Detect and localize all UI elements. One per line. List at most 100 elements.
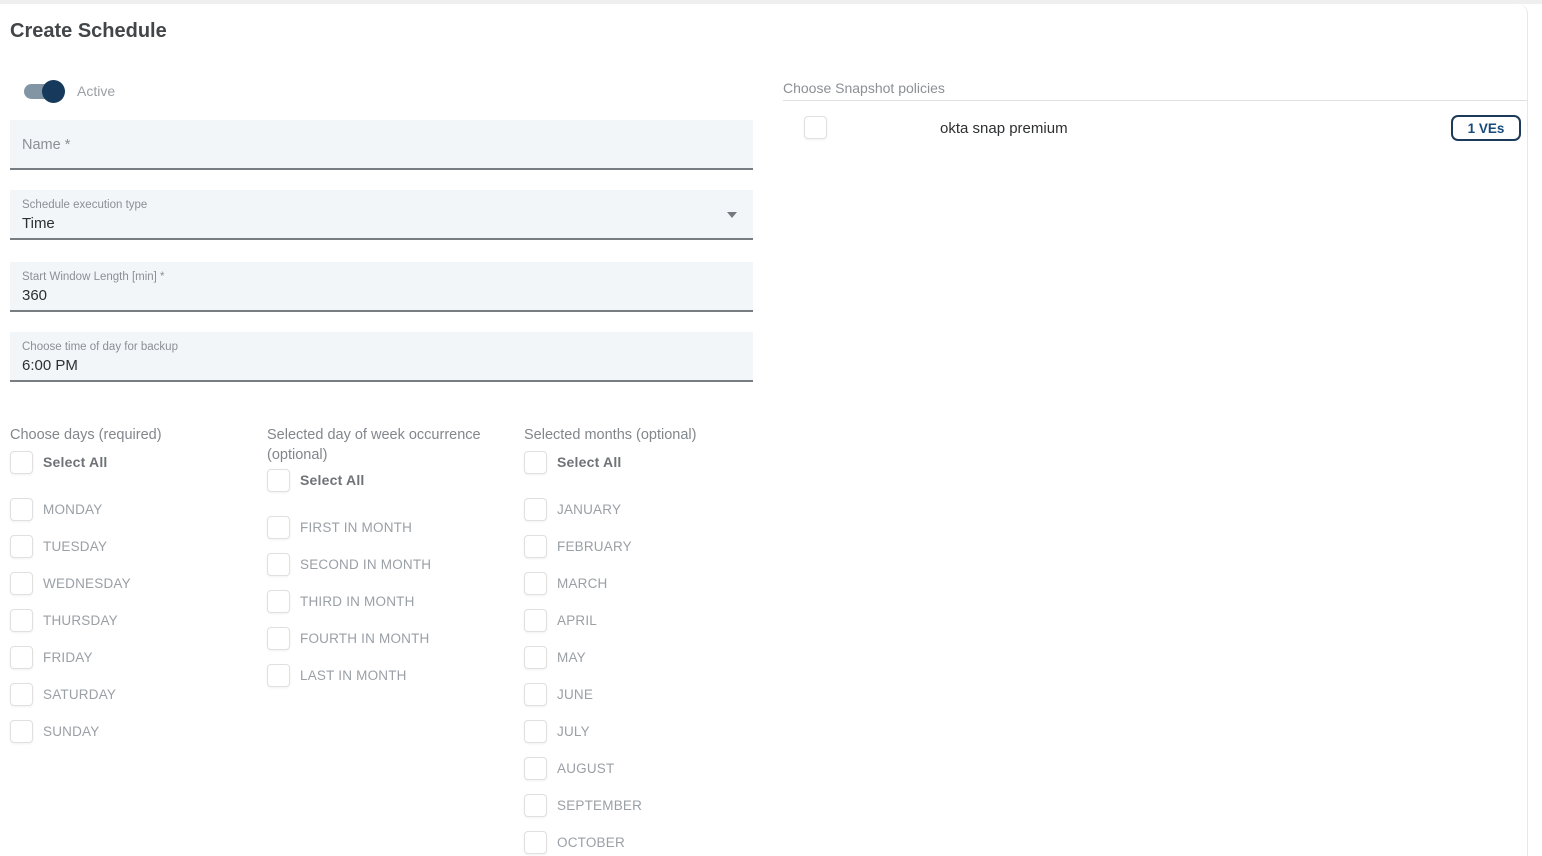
month-checkbox-row[interactable]: OCTOBER <box>524 830 776 854</box>
checkbox-label: Select All <box>300 472 365 488</box>
policy-name: okta snap premium <box>940 120 1068 137</box>
snapshot-policy-row[interactable]: okta snap premium 1 VEs <box>783 112 1527 146</box>
checkbox[interactable] <box>10 572 33 595</box>
checkbox[interactable] <box>267 627 290 650</box>
checkbox-label: WEDNESDAY <box>43 576 131 591</box>
day-checkbox-row[interactable]: THURSDAY <box>10 608 262 632</box>
ve-count-badge[interactable]: 1 VEs <box>1451 115 1521 141</box>
checkbox-label: MAY <box>557 650 586 665</box>
checkbox[interactable] <box>10 683 33 706</box>
month-checkbox-row[interactable]: MAY <box>524 645 776 669</box>
checkbox[interactable] <box>10 498 33 521</box>
day-checkbox-row[interactable]: TUESDAY <box>10 534 262 558</box>
month-checkbox-row[interactable]: JANUARY <box>524 497 776 521</box>
active-toggle[interactable] <box>24 84 62 99</box>
time-of-day-field[interactable]: Choose time of day for backup 6:00 PM <box>10 332 753 382</box>
month-checkbox-row[interactable]: AUGUST <box>524 756 776 780</box>
checkbox-label: SECOND IN MONTH <box>300 557 431 572</box>
occurrence-checkbox-row[interactable]: FOURTH IN MONTH <box>267 626 519 650</box>
start-window-label: Start Window Length [min] * <box>22 271 741 283</box>
toggle-thumb <box>42 80 65 103</box>
months-column: Selected months (optional) Select All JA… <box>524 425 776 856</box>
execution-type-select[interactable]: Schedule execution type Time <box>10 190 753 240</box>
checkbox-label: Select All <box>557 454 622 470</box>
month-checkbox-row[interactable]: APRIL <box>524 608 776 632</box>
month-checkbox-row[interactable]: JULY <box>524 719 776 743</box>
snapshot-policies-header: Choose Snapshot policies <box>783 80 945 96</box>
checkbox[interactable] <box>267 590 290 613</box>
day-checkbox-row[interactable]: SATURDAY <box>10 682 262 706</box>
checkbox-label: FIRST IN MONTH <box>300 520 412 535</box>
month-checkbox-row[interactable]: SEPTEMBER <box>524 793 776 817</box>
checkbox[interactable] <box>524 498 547 521</box>
checkbox[interactable] <box>524 609 547 632</box>
checkbox[interactable] <box>267 516 290 539</box>
checkbox[interactable] <box>524 831 547 854</box>
checkbox-label: SUNDAY <box>43 724 99 739</box>
days-select-all-row[interactable]: Select All <box>10 450 262 474</box>
active-toggle-row: Active <box>24 79 115 103</box>
checkbox-label: AUGUST <box>557 761 614 776</box>
time-of-day-value: 6:00 PM <box>22 357 741 374</box>
checkbox[interactable] <box>267 553 290 576</box>
checkbox[interactable] <box>10 451 33 474</box>
checkbox[interactable] <box>524 451 547 474</box>
checkbox[interactable] <box>10 646 33 669</box>
active-toggle-label: Active <box>77 83 115 99</box>
checkbox[interactable] <box>524 757 547 780</box>
checkbox-label: SATURDAY <box>43 687 116 702</box>
checkbox[interactable] <box>10 720 33 743</box>
checkbox-label: JULY <box>557 724 590 739</box>
checkbox-label: TUESDAY <box>43 539 107 554</box>
checkbox[interactable] <box>267 469 290 492</box>
checkbox-label: APRIL <box>557 613 597 628</box>
occurrence-column: Selected day of week occurrence (optiona… <box>267 425 519 700</box>
checkbox-label: MONDAY <box>43 502 102 517</box>
days-header: Choose days (required) <box>10 425 262 445</box>
month-checkbox-row[interactable]: JUNE <box>524 682 776 706</box>
day-checkbox-row[interactable]: WEDNESDAY <box>10 571 262 595</box>
month-checkbox-row[interactable]: MARCH <box>524 571 776 595</box>
checkbox-label: Select All <box>43 454 108 470</box>
checkbox-label: FRIDAY <box>43 650 93 665</box>
checkbox-label: OCTOBER <box>557 835 625 850</box>
checkbox[interactable] <box>524 535 547 558</box>
occurrence-checkbox-row[interactable]: SECOND IN MONTH <box>267 552 519 576</box>
occurrence-checkbox-row[interactable]: FIRST IN MONTH <box>267 515 519 539</box>
start-window-field[interactable]: Start Window Length [min] * 360 <box>10 262 753 312</box>
checkbox[interactable] <box>10 535 33 558</box>
months-header: Selected months (optional) <box>524 425 776 445</box>
months-select-all-row[interactable]: Select All <box>524 450 776 474</box>
execution-type-label: Schedule execution type <box>22 199 741 211</box>
occurrence-checkbox-row[interactable]: THIRD IN MONTH <box>267 589 519 613</box>
day-checkbox-row[interactable]: FRIDAY <box>10 645 262 669</box>
chevron-down-icon <box>727 212 737 218</box>
name-field[interactable] <box>10 120 753 170</box>
checkbox-label: JUNE <box>557 687 593 702</box>
month-checkbox-row[interactable]: FEBRUARY <box>524 534 776 558</box>
checkbox-label: FEBRUARY <box>557 539 632 554</box>
start-window-value: 360 <box>22 287 741 304</box>
checkbox[interactable] <box>524 720 547 743</box>
checkbox[interactable] <box>524 794 547 817</box>
checkbox[interactable] <box>524 683 547 706</box>
occurrence-header-line2: (optional) <box>267 447 327 463</box>
checkbox-label: MARCH <box>557 576 608 591</box>
day-checkbox-row[interactable]: SUNDAY <box>10 719 262 743</box>
occurrence-select-all-row[interactable]: Select All <box>267 468 519 492</box>
checkbox[interactable] <box>10 609 33 632</box>
page-title: Create Schedule <box>10 20 167 43</box>
day-checkbox-row[interactable]: MONDAY <box>10 497 262 521</box>
name-input[interactable] <box>22 130 741 160</box>
checkbox[interactable] <box>267 664 290 687</box>
checkbox-label: FOURTH IN MONTH <box>300 631 430 646</box>
checkbox[interactable] <box>804 116 827 139</box>
time-of-day-label: Choose time of day for backup <box>22 341 741 353</box>
execution-type-value: Time <box>22 215 741 232</box>
checkbox-label: SEPTEMBER <box>557 798 642 813</box>
occurrence-checkbox-row[interactable]: LAST IN MONTH <box>267 663 519 687</box>
checkbox[interactable] <box>524 572 547 595</box>
days-column: Choose days (required) Select All MONDAY… <box>10 425 262 756</box>
checkbox[interactable] <box>524 646 547 669</box>
snapshot-policies-divider <box>783 100 1527 101</box>
